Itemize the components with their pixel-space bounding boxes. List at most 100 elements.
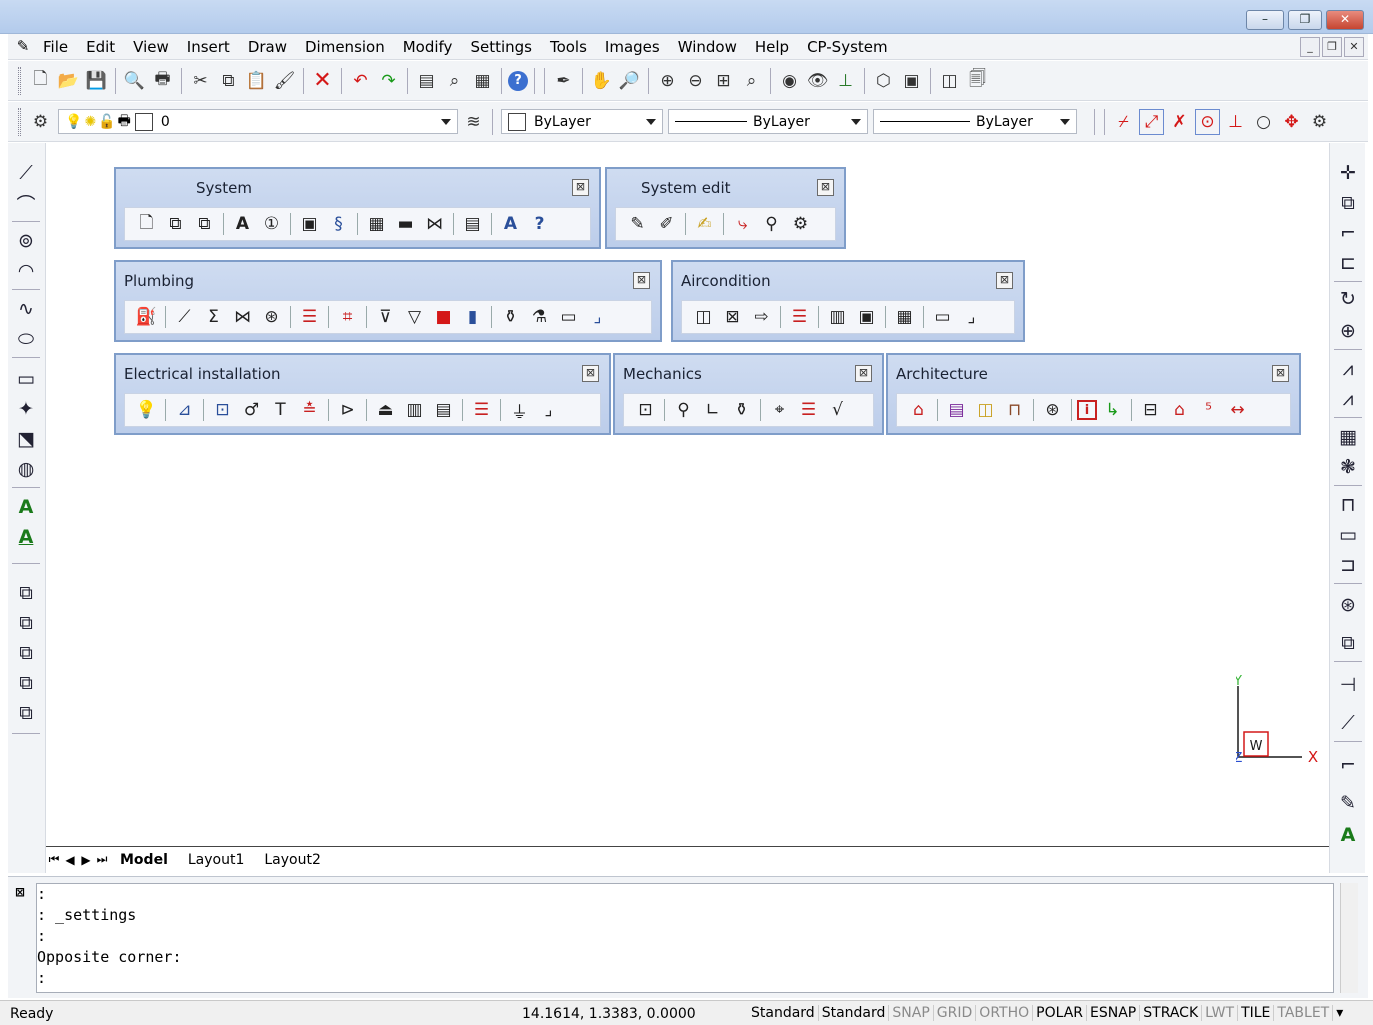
arch-stair-icon[interactable]: ⊟ <box>1137 397 1164 423</box>
print-icon[interactable]: 🖶 <box>150 68 175 94</box>
system-number-icon[interactable]: ① <box>258 211 285 237</box>
copy-icon[interactable]: ⧉ <box>216 68 241 94</box>
plumbing-sink-icon[interactable]: ⚗ <box>526 304 553 330</box>
status-tablet[interactable]: TABLET <box>1274 1005 1334 1021</box>
menu-draw[interactable]: Draw <box>239 38 296 56</box>
arch-dimension-icon[interactable]: ↔ <box>1224 397 1251 423</box>
save-icon[interactable]: 💾 <box>84 68 109 94</box>
named-views-icon[interactable]: ▣ <box>899 68 924 94</box>
menu-dimension[interactable]: Dimension <box>296 38 394 56</box>
arch-roof-icon[interactable]: ⌂ <box>1166 397 1193 423</box>
plumbing-fittings-icon[interactable]: ⌗ <box>334 304 361 330</box>
osnap-intersection-icon[interactable]: ✗ <box>1167 109 1192 135</box>
arch-door-icon[interactable]: ⊓ <box>1001 397 1028 423</box>
elec-ceiling-lamp-icon[interactable]: ⏏ <box>372 397 399 423</box>
close-button[interactable]: ✕ <box>1326 10 1364 30</box>
delete-icon[interactable]: ✕ <box>310 68 335 94</box>
status-polar[interactable]: POLAR <box>1033 1005 1088 1021</box>
system-block-icon[interactable]: ▣ <box>296 211 323 237</box>
zoom-out-icon[interactable]: ⊖ <box>683 68 708 94</box>
doc-restore-button[interactable]: ❐ <box>1322 37 1342 57</box>
menu-file[interactable]: File <box>34 38 77 56</box>
break-icon[interactable]: ⧉ <box>1334 629 1362 657</box>
arch-arrow-icon[interactable]: ↳ <box>1099 397 1126 423</box>
edit-modify-icon[interactable]: ✐ <box>653 211 680 237</box>
tool-palette-icon[interactable]: ▦ <box>470 68 495 94</box>
elec-cables-icon[interactable]: ☰ <box>468 397 495 423</box>
point-icon[interactable]: ✦ <box>12 395 40 423</box>
menu-help[interactable]: Help <box>746 38 798 56</box>
status-tile[interactable]: TILE <box>1238 1005 1275 1021</box>
plumbing-boiler-icon[interactable]: ▮ <box>459 304 486 330</box>
fillet-icon[interactable]: ⌐ <box>1334 219 1362 247</box>
arch-info-icon[interactable]: i <box>1077 400 1097 420</box>
open-file-icon[interactable]: 📂 <box>56 68 81 94</box>
explode-icon[interactable]: ⊛ <box>1334 591 1362 619</box>
plumbing-tank-icon[interactable]: ■ <box>430 304 457 330</box>
osnap-center-icon[interactable]: ⊙ <box>1195 108 1220 135</box>
osnap-settings-icon[interactable]: ⚙ <box>1307 109 1332 135</box>
toolbar-grip[interactable] <box>18 107 21 136</box>
elec-circuit-icon[interactable]: ≛ <box>296 397 323 423</box>
color-dropdown[interactable]: ByLayer <box>501 109 663 134</box>
tab-layout1[interactable]: Layout1 <box>178 852 255 868</box>
system-link-icon[interactable]: ⋈ <box>421 211 448 237</box>
close-icon[interactable]: ⊠ <box>855 365 872 382</box>
pan-icon[interactable]: ✋ <box>589 68 614 94</box>
join-icon[interactable]: ⌐ <box>1334 751 1362 779</box>
region-icon[interactable]: ◍ <box>12 455 40 483</box>
block-define-icon[interactable]: ⧉ <box>12 609 40 637</box>
plumbing-pipe-icon[interactable]: ⛽ <box>133 304 160 330</box>
ellipse-icon[interactable]: ⬭ <box>12 325 40 353</box>
polyline-icon[interactable]: ⌒ <box>12 189 40 217</box>
menu-insert[interactable]: Insert <box>178 38 239 56</box>
ucs-icon[interactable]: ⊥ <box>833 68 858 94</box>
minimize-button[interactable]: – <box>1246 10 1284 30</box>
elec-switch-icon[interactable]: ⊿ <box>171 397 198 423</box>
mech-gear-icon[interactable]: ⌖ <box>766 397 793 423</box>
array-icon[interactable]: ▦ <box>1334 423 1362 451</box>
plumbing-toilet-icon[interactable]: ⚱ <box>497 304 524 330</box>
ungroup-icon[interactable]: ⧉ <box>12 669 40 697</box>
layer-previous-icon[interactable]: ≋ <box>461 109 486 135</box>
air-duct-icon[interactable]: ◫ <box>690 304 717 330</box>
text-icon[interactable]: A <box>12 493 40 521</box>
elec-elbow-icon[interactable]: ⌟ <box>535 397 562 423</box>
tab-layout2[interactable]: Layout2 <box>254 852 331 868</box>
tab-model[interactable]: Model <box>110 852 178 868</box>
redo-icon[interactable]: ↷ <box>376 68 401 94</box>
prev-tab-icon[interactable]: ◀ <box>62 853 78 867</box>
air-elbow-icon[interactable]: ⌟ <box>958 304 985 330</box>
mech-motor-icon[interactable]: ⊡ <box>632 397 659 423</box>
hatch-icon[interactable]: ⬔ <box>12 425 40 453</box>
cut-icon[interactable]: ✂ <box>188 68 213 94</box>
arch-column-icon[interactable]: ⊛ <box>1039 397 1066 423</box>
zoom-window-icon[interactable]: ⊞ <box>711 68 736 94</box>
match-properties-icon[interactable]: 🖌 <box>272 68 297 94</box>
layer-dropdown[interactable]: 💡 ✺ 🔓 🖶 0 <box>58 109 458 134</box>
close-icon[interactable]: ⊠ <box>572 179 589 196</box>
menu-modify[interactable]: Modify <box>394 38 462 56</box>
menu-window[interactable]: Window <box>669 38 746 56</box>
zoom-in-icon[interactable]: ⊕ <box>655 68 680 94</box>
arc-icon[interactable]: ◠ <box>12 257 40 285</box>
system-save-icon[interactable]: ⧉ <box>191 211 218 237</box>
arch-window-icon[interactable]: ◫ <box>972 397 999 423</box>
status-grid[interactable]: GRID <box>934 1005 977 1021</box>
elec-diode-icon[interactable]: ⊳ <box>334 397 361 423</box>
menu-cp-system[interactable]: CP-System <box>798 38 897 56</box>
zoom-realtime-icon[interactable]: 🔎 <box>617 68 642 94</box>
undo-icon[interactable]: ↶ <box>348 68 373 94</box>
zoom-previous-icon[interactable]: ⌕ <box>739 68 764 94</box>
plumbing-sum-icon[interactable]: Σ <box>200 304 227 330</box>
system-table-icon[interactable]: ▦ <box>363 211 390 237</box>
osnap-endpoint-icon[interactable]: ⌿ <box>1111 109 1136 135</box>
menu-edit[interactable]: Edit <box>77 38 124 56</box>
air-unit-icon[interactable]: ▦ <box>891 304 918 330</box>
menu-settings[interactable]: Settings <box>461 38 541 56</box>
air-damper-icon[interactable]: ⊠ <box>719 304 746 330</box>
osnap-tangent-icon[interactable]: ○ <box>1251 109 1276 135</box>
properties-icon[interactable]: ▤ <box>414 68 439 94</box>
mtext-icon[interactable]: A <box>12 523 40 551</box>
xref-icon[interactable]: ⧉ <box>12 699 40 727</box>
